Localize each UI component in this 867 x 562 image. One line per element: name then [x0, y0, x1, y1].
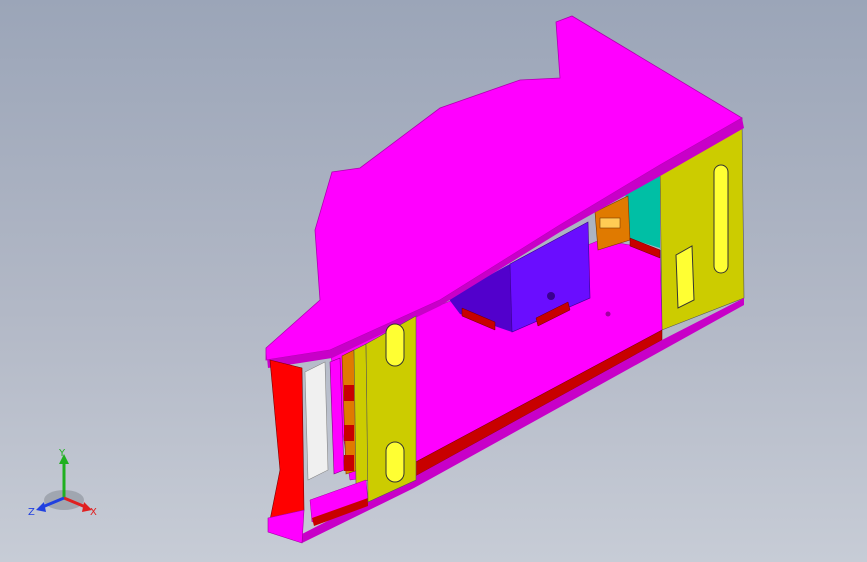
inner-red-tab-1: [344, 385, 354, 401]
right-plate-window: [675, 245, 695, 309]
left-plate-slot-upper: [385, 323, 405, 367]
graphics-viewport[interactable]: Y X Z: [0, 0, 867, 562]
purple-block-hole: [547, 292, 555, 300]
coordinate-triad[interactable]: Y X Z: [26, 448, 106, 528]
inner-slat-3: [353, 343, 369, 485]
inner-white-panel: [304, 361, 329, 481]
right-plate-slot-upper: [713, 164, 729, 274]
left-plate-slot-lower: [385, 441, 405, 483]
triad-y-label: Y: [58, 448, 66, 459]
triad-z-label: Z: [28, 507, 35, 518]
triad-x-label: X: [90, 507, 97, 518]
left-end-plate[interactable]: [269, 359, 305, 529]
triad-z-arrow: [36, 502, 46, 512]
floor-hole: [605, 311, 611, 317]
inner-red-tab-3: [344, 455, 354, 471]
inner-red-tab-2: [344, 425, 354, 441]
inner-orange-tab: [599, 217, 621, 229]
3d-model-view[interactable]: [0, 0, 867, 562]
